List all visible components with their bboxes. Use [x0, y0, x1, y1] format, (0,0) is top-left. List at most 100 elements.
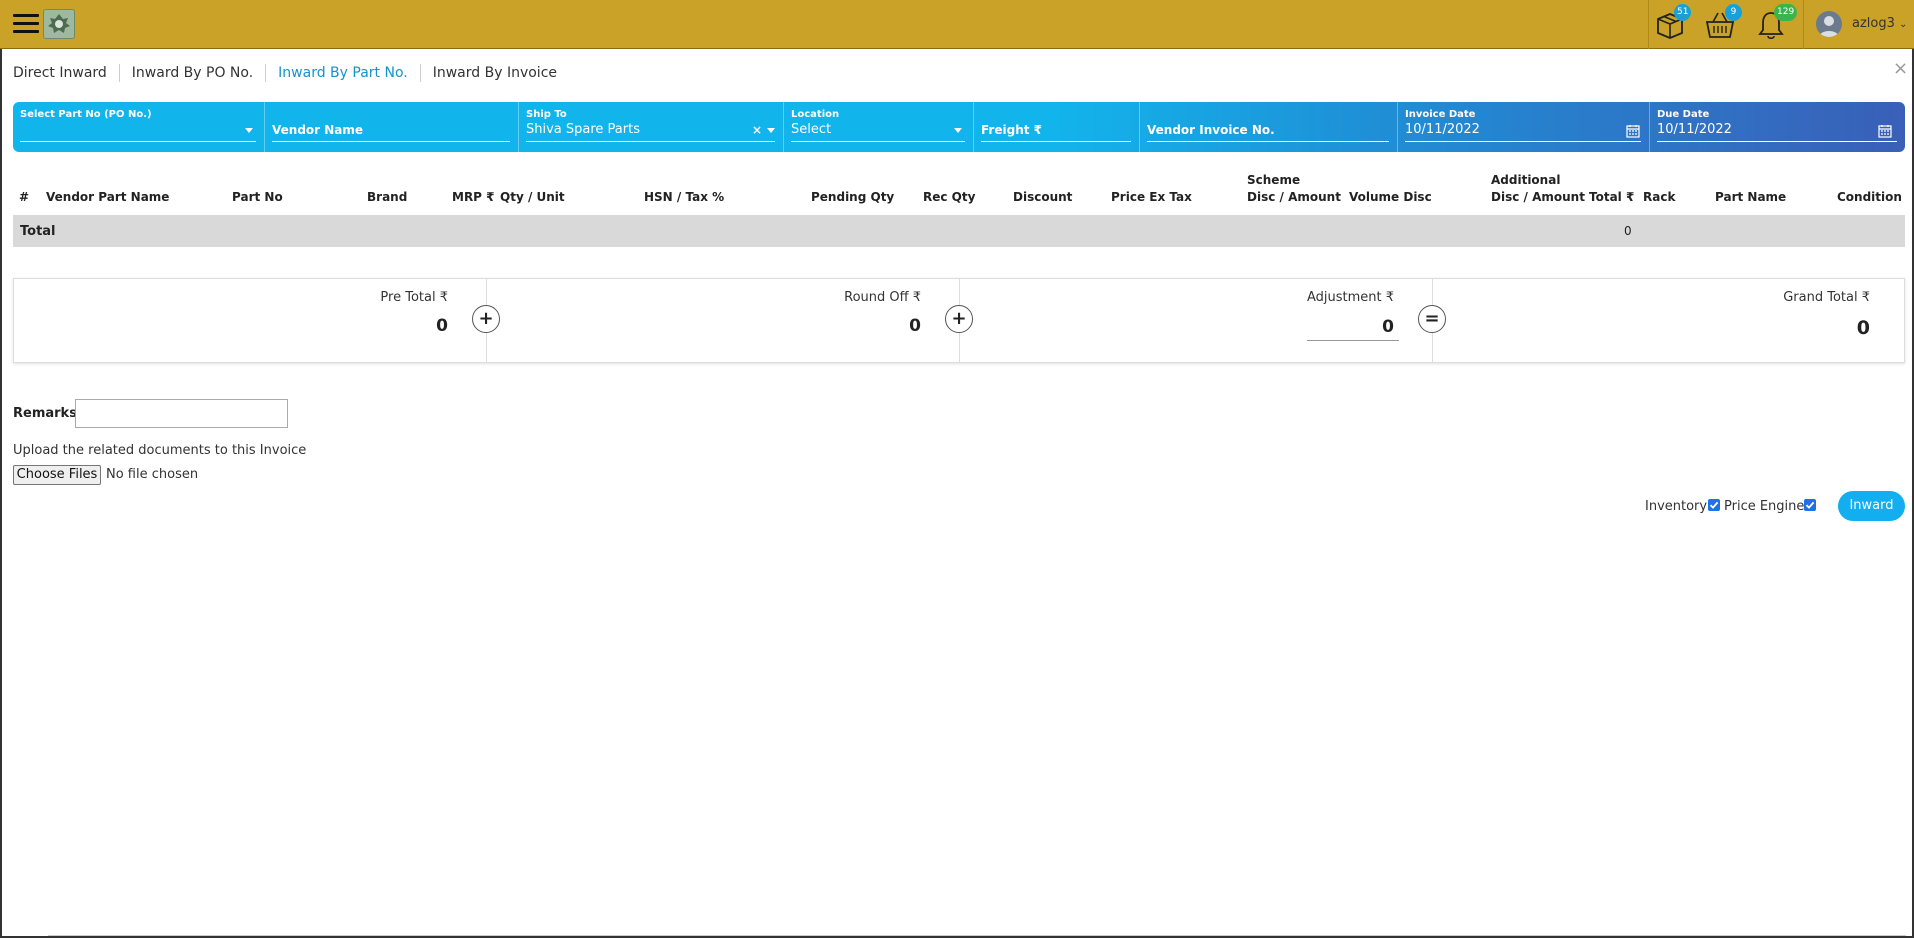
equals-operator-icon: =: [1418, 305, 1446, 333]
caret-down-icon: [245, 128, 253, 133]
col-rec-qty: Rec Qty: [923, 190, 976, 204]
hamburger-menu-icon[interactable]: [13, 14, 39, 34]
username-label: azlog3: [1852, 16, 1895, 31]
location-label: Location: [791, 109, 840, 120]
part-no-select[interactable]: Select Part No (PO No.): [13, 102, 265, 152]
col-part-name: Part Name: [1715, 190, 1787, 204]
col-vendor-part-name: Vendor Part Name: [46, 190, 170, 204]
pre-total-cell: Pre Total ₹ 0: [14, 279, 487, 362]
checkmark-icon: [1805, 501, 1815, 509]
col-hsn-tax: HSN / Tax %: [644, 190, 725, 204]
file-status: No file chosen: [106, 467, 199, 482]
basket-count-badge: 9: [1725, 4, 1742, 21]
location-value: Select: [791, 122, 832, 137]
col-pending-qty: Pending Qty: [811, 190, 895, 204]
invoice-date-value: 10/11/2022: [1405, 122, 1480, 137]
col-scheme-disc-amount: Disc / Amount: [1247, 190, 1341, 204]
freight-input[interactable]: Freight ₹: [974, 102, 1140, 152]
due-date-picker[interactable]: Due Date 10/11/2022: [1650, 102, 1905, 152]
tab-inward-by-part-no[interactable]: Inward By Part No.: [266, 64, 421, 82]
price-engine-checkbox[interactable]: [1804, 499, 1816, 511]
invoice-date-picker[interactable]: Invoice Date 10/11/2022: [1398, 102, 1650, 152]
col-additional-disc-amount: Disc / Amount: [1491, 190, 1585, 204]
total-row-label: Total: [20, 224, 56, 239]
ship-to-select[interactable]: Ship To Shiva Spare Parts ×: [519, 102, 784, 152]
user-menu[interactable]: azlog3 ⌄: [1852, 16, 1907, 31]
inward-button[interactable]: Inward: [1838, 491, 1905, 521]
col-qty-unit: Qty / Unit: [500, 190, 565, 204]
clear-icon[interactable]: ×: [752, 123, 762, 137]
adjustment-input[interactable]: 0: [1382, 317, 1394, 337]
tab-direct-inward[interactable]: Direct Inward: [13, 64, 120, 82]
upload-label: Upload the related documents to this Inv…: [13, 443, 307, 458]
plus-operator-icon: +: [945, 305, 973, 333]
round-off-value: 0: [909, 316, 921, 336]
calendar-icon[interactable]: [1626, 124, 1640, 138]
vendor-name-placeholder: Vendor Name: [272, 123, 364, 137]
total-row-value: 0: [1624, 224, 1632, 238]
caret-down-icon: [954, 128, 962, 133]
pre-total-label: Pre Total ₹: [380, 290, 448, 305]
tab-inward-by-invoice[interactable]: Inward By Invoice: [421, 64, 569, 82]
col-total: Total ₹: [1589, 190, 1635, 204]
totals-summary: Pre Total ₹ 0 Round Off ₹ 0 Adjustment ₹…: [13, 278, 1905, 363]
filter-bar: Select Part No (PO No.) Vendor Name Ship…: [13, 102, 1905, 152]
col-part-no: Part No: [232, 190, 283, 204]
inward-tabs: Direct Inward Inward By PO No. Inward By…: [13, 63, 569, 83]
grand-total-label: Grand Total ₹: [1783, 290, 1870, 305]
price-engine-label: Price Engine: [1724, 499, 1805, 514]
logo-emblem-icon: [48, 14, 70, 33]
vendor-invoice-placeholder: Vendor Invoice No.: [1147, 123, 1275, 137]
col-volume-disc: Volume Disc: [1349, 190, 1432, 204]
tab-inward-by-po[interactable]: Inward By PO No.: [120, 64, 267, 82]
table-total-row: Total 0: [13, 215, 1905, 247]
col-discount: Discount: [1013, 190, 1073, 204]
box-count-badge: 51: [1674, 4, 1692, 21]
col-scheme-title: Scheme: [1247, 173, 1301, 187]
topbar-divider: [1803, 0, 1804, 49]
notification-count-badge: 129: [1774, 4, 1798, 21]
part-no-label: Select Part No (PO No.): [20, 109, 152, 120]
choose-files-button[interactable]: Choose Files: [13, 465, 101, 485]
round-off-label: Round Off ₹: [844, 290, 921, 305]
user-avatar[interactable]: [1816, 11, 1842, 37]
ship-to-label: Ship To: [526, 109, 567, 120]
location-select[interactable]: Location Select: [784, 102, 974, 152]
close-icon[interactable]: ×: [1893, 58, 1908, 79]
items-table-header: # Vendor Part Name Part No Brand MRP ₹ Q…: [13, 170, 1905, 214]
col-mrp: MRP ₹: [452, 190, 495, 204]
plus-operator-icon: +: [472, 305, 500, 333]
vendor-invoice-input[interactable]: Vendor Invoice No.: [1140, 102, 1398, 152]
due-date-value: 10/11/2022: [1657, 122, 1732, 137]
adjustment-cell: Adjustment ₹ 0: [960, 279, 1433, 362]
vendor-name-input[interactable]: Vendor Name: [265, 102, 519, 152]
col-brand: Brand: [367, 190, 408, 204]
top-bar: 51 9 129 azlog3 ⌄: [0, 0, 1914, 49]
topbar-divider: [1648, 0, 1649, 49]
bottom-divider: [48, 935, 1906, 936]
grand-total-cell: Grand Total ₹ 0: [1433, 279, 1904, 362]
col-rack: Rack: [1643, 190, 1676, 204]
pre-total-value: 0: [436, 316, 448, 336]
round-off-cell: Round Off ₹ 0: [487, 279, 960, 362]
col-condition: Condition: [1837, 190, 1902, 204]
grand-total-value: 0: [1856, 317, 1870, 339]
calendar-icon[interactable]: [1878, 124, 1892, 138]
checkmark-icon: [1709, 501, 1719, 509]
chevron-down-icon: ⌄: [1899, 19, 1908, 30]
invoice-date-label: Invoice Date: [1405, 109, 1476, 120]
caret-down-icon: [767, 128, 775, 133]
col-price-ex-tax: Price Ex Tax: [1111, 190, 1192, 204]
ship-to-value: Shiva Spare Parts: [526, 122, 640, 137]
inventory-checkbox[interactable]: [1708, 499, 1720, 511]
due-date-label: Due Date: [1657, 109, 1710, 120]
remarks-input[interactable]: [75, 399, 288, 428]
freight-placeholder: Freight ₹: [981, 123, 1042, 137]
inventory-label: Inventory: [1645, 499, 1708, 514]
col-additional-title: Additional: [1491, 173, 1561, 187]
adjustment-label: Adjustment ₹: [1306, 290, 1394, 305]
col-index: #: [19, 190, 30, 204]
user-silhouette-icon: [1819, 16, 1839, 37]
remarks-label: Remarks: [13, 406, 77, 421]
company-logo[interactable]: [43, 9, 75, 39]
